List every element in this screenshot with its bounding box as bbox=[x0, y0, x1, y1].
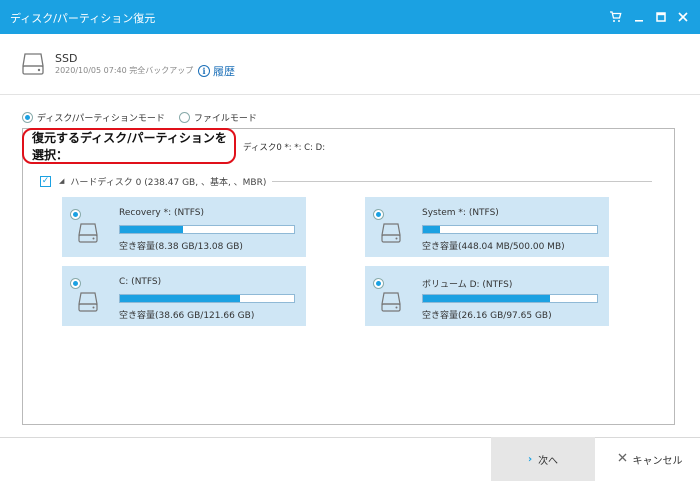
history-label: 履歴 bbox=[213, 65, 235, 78]
mode-label: ファイルモード bbox=[193, 114, 257, 124]
free-space: 空き容量(26.16 GB/97.65 GB) bbox=[422, 311, 552, 321]
file-mode-radio[interactable]: ファイルモード bbox=[178, 111, 257, 124]
disk-label: ハードディスク 0 (238.47 GB, 、基本, 、MBR) bbox=[70, 177, 267, 188]
partition-name: System *: (NTFS) bbox=[422, 208, 499, 218]
backup-info: 2020/10/05 07:40 完全バックアップ bbox=[55, 66, 194, 75]
partition-radio-icon[interactable] bbox=[373, 209, 384, 220]
disk-row: ✓ ◢ ハードディスク 0 (238.47 GB, 、基本, 、MBR) bbox=[40, 174, 652, 188]
footer-bar bbox=[0, 437, 700, 481]
partition-name: C: (NTFS) bbox=[119, 277, 162, 287]
hard-drive-icon bbox=[78, 222, 98, 247]
title-bar: ディスク/パーティション復元 bbox=[0, 0, 700, 34]
partition-tile-system[interactable]: System *: (NTFS) 空き容量(448.04 MB/500.00 M… bbox=[365, 197, 609, 257]
usage-bar-fill bbox=[423, 226, 441, 233]
divider bbox=[272, 180, 652, 182]
free-space: 空き容量(8.38 GB/13.08 GB) bbox=[119, 242, 243, 252]
source-drive-name: SSD bbox=[55, 52, 78, 65]
mode-label: ディスク/パーティションモード bbox=[37, 114, 165, 124]
disk-partition-mode-radio[interactable]: ディスク/パーティションモード bbox=[22, 111, 165, 124]
usage-bar bbox=[119, 225, 295, 234]
usage-bar-fill bbox=[120, 295, 241, 302]
partition-radio-icon[interactable] bbox=[70, 209, 81, 220]
mode-selector: ディスク/パーティションモード ファイルモード bbox=[22, 111, 271, 124]
cart-icon[interactable] bbox=[606, 8, 624, 26]
select-target-label: 復元するディスク/パーティションを選択： bbox=[22, 128, 236, 164]
radio-selected-icon[interactable] bbox=[22, 112, 33, 123]
partition-radio-icon[interactable] bbox=[70, 278, 81, 289]
partition-tile-recovery[interactable]: Recovery *: (NTFS) 空き容量(8.38 GB/13.08 GB… bbox=[62, 197, 306, 257]
partition-tile-d[interactable]: ボリューム D: (NTFS) 空き容量(26.16 GB/97.65 GB) bbox=[365, 266, 609, 326]
next-button[interactable]: › 次へ bbox=[491, 437, 595, 481]
hard-drive-icon bbox=[381, 222, 401, 247]
close-icon[interactable] bbox=[674, 8, 692, 26]
history-link[interactable]: i 履歴 bbox=[198, 63, 235, 79]
close-x-icon bbox=[618, 453, 627, 465]
chevron-right-icon: › bbox=[527, 453, 533, 465]
free-space: 空き容量(38.66 GB/121.66 GB) bbox=[119, 311, 255, 321]
usage-bar bbox=[119, 294, 295, 303]
maximize-icon[interactable] bbox=[652, 8, 670, 26]
disk-checkbox[interactable]: ✓ bbox=[40, 175, 51, 187]
window-title: ディスク/パーティション復元 bbox=[10, 12, 156, 25]
radio-unselected-icon[interactable] bbox=[178, 112, 190, 123]
cancel-button[interactable]: キャンセル bbox=[600, 437, 700, 481]
select-target-text: 復元するディスク/パーティションを選択： bbox=[32, 131, 227, 162]
usage-bar-fill bbox=[120, 226, 183, 233]
free-space: 空き容量(448.04 MB/500.00 MB) bbox=[422, 242, 565, 252]
minimize-icon[interactable] bbox=[630, 8, 648, 26]
backup-header: SSD 2020/10/05 07:40 完全バックアップ i 履歴 bbox=[0, 34, 700, 95]
hard-drive-icon bbox=[78, 291, 98, 316]
next-label: 次へ bbox=[538, 455, 559, 467]
cancel-label: キャンセル bbox=[632, 455, 683, 467]
info-icon: i bbox=[198, 65, 210, 77]
partition-tile-c[interactable]: C: (NTFS) 空き容量(38.66 GB/121.66 GB) bbox=[62, 266, 306, 326]
selected-partitions-value: ディスク0 *: *: C: D: bbox=[243, 143, 326, 153]
hard-drive-icon bbox=[22, 52, 44, 79]
usage-bar bbox=[422, 225, 598, 234]
partition-radio-icon[interactable] bbox=[373, 278, 384, 289]
hard-drive-icon bbox=[381, 291, 401, 316]
usage-bar-fill bbox=[423, 295, 551, 302]
usage-bar bbox=[422, 294, 598, 303]
collapse-triangle-icon[interactable]: ◢ bbox=[59, 177, 64, 185]
partition-name: Recovery *: (NTFS) bbox=[119, 208, 204, 218]
partition-name: ボリューム D: (NTFS) bbox=[422, 280, 513, 290]
